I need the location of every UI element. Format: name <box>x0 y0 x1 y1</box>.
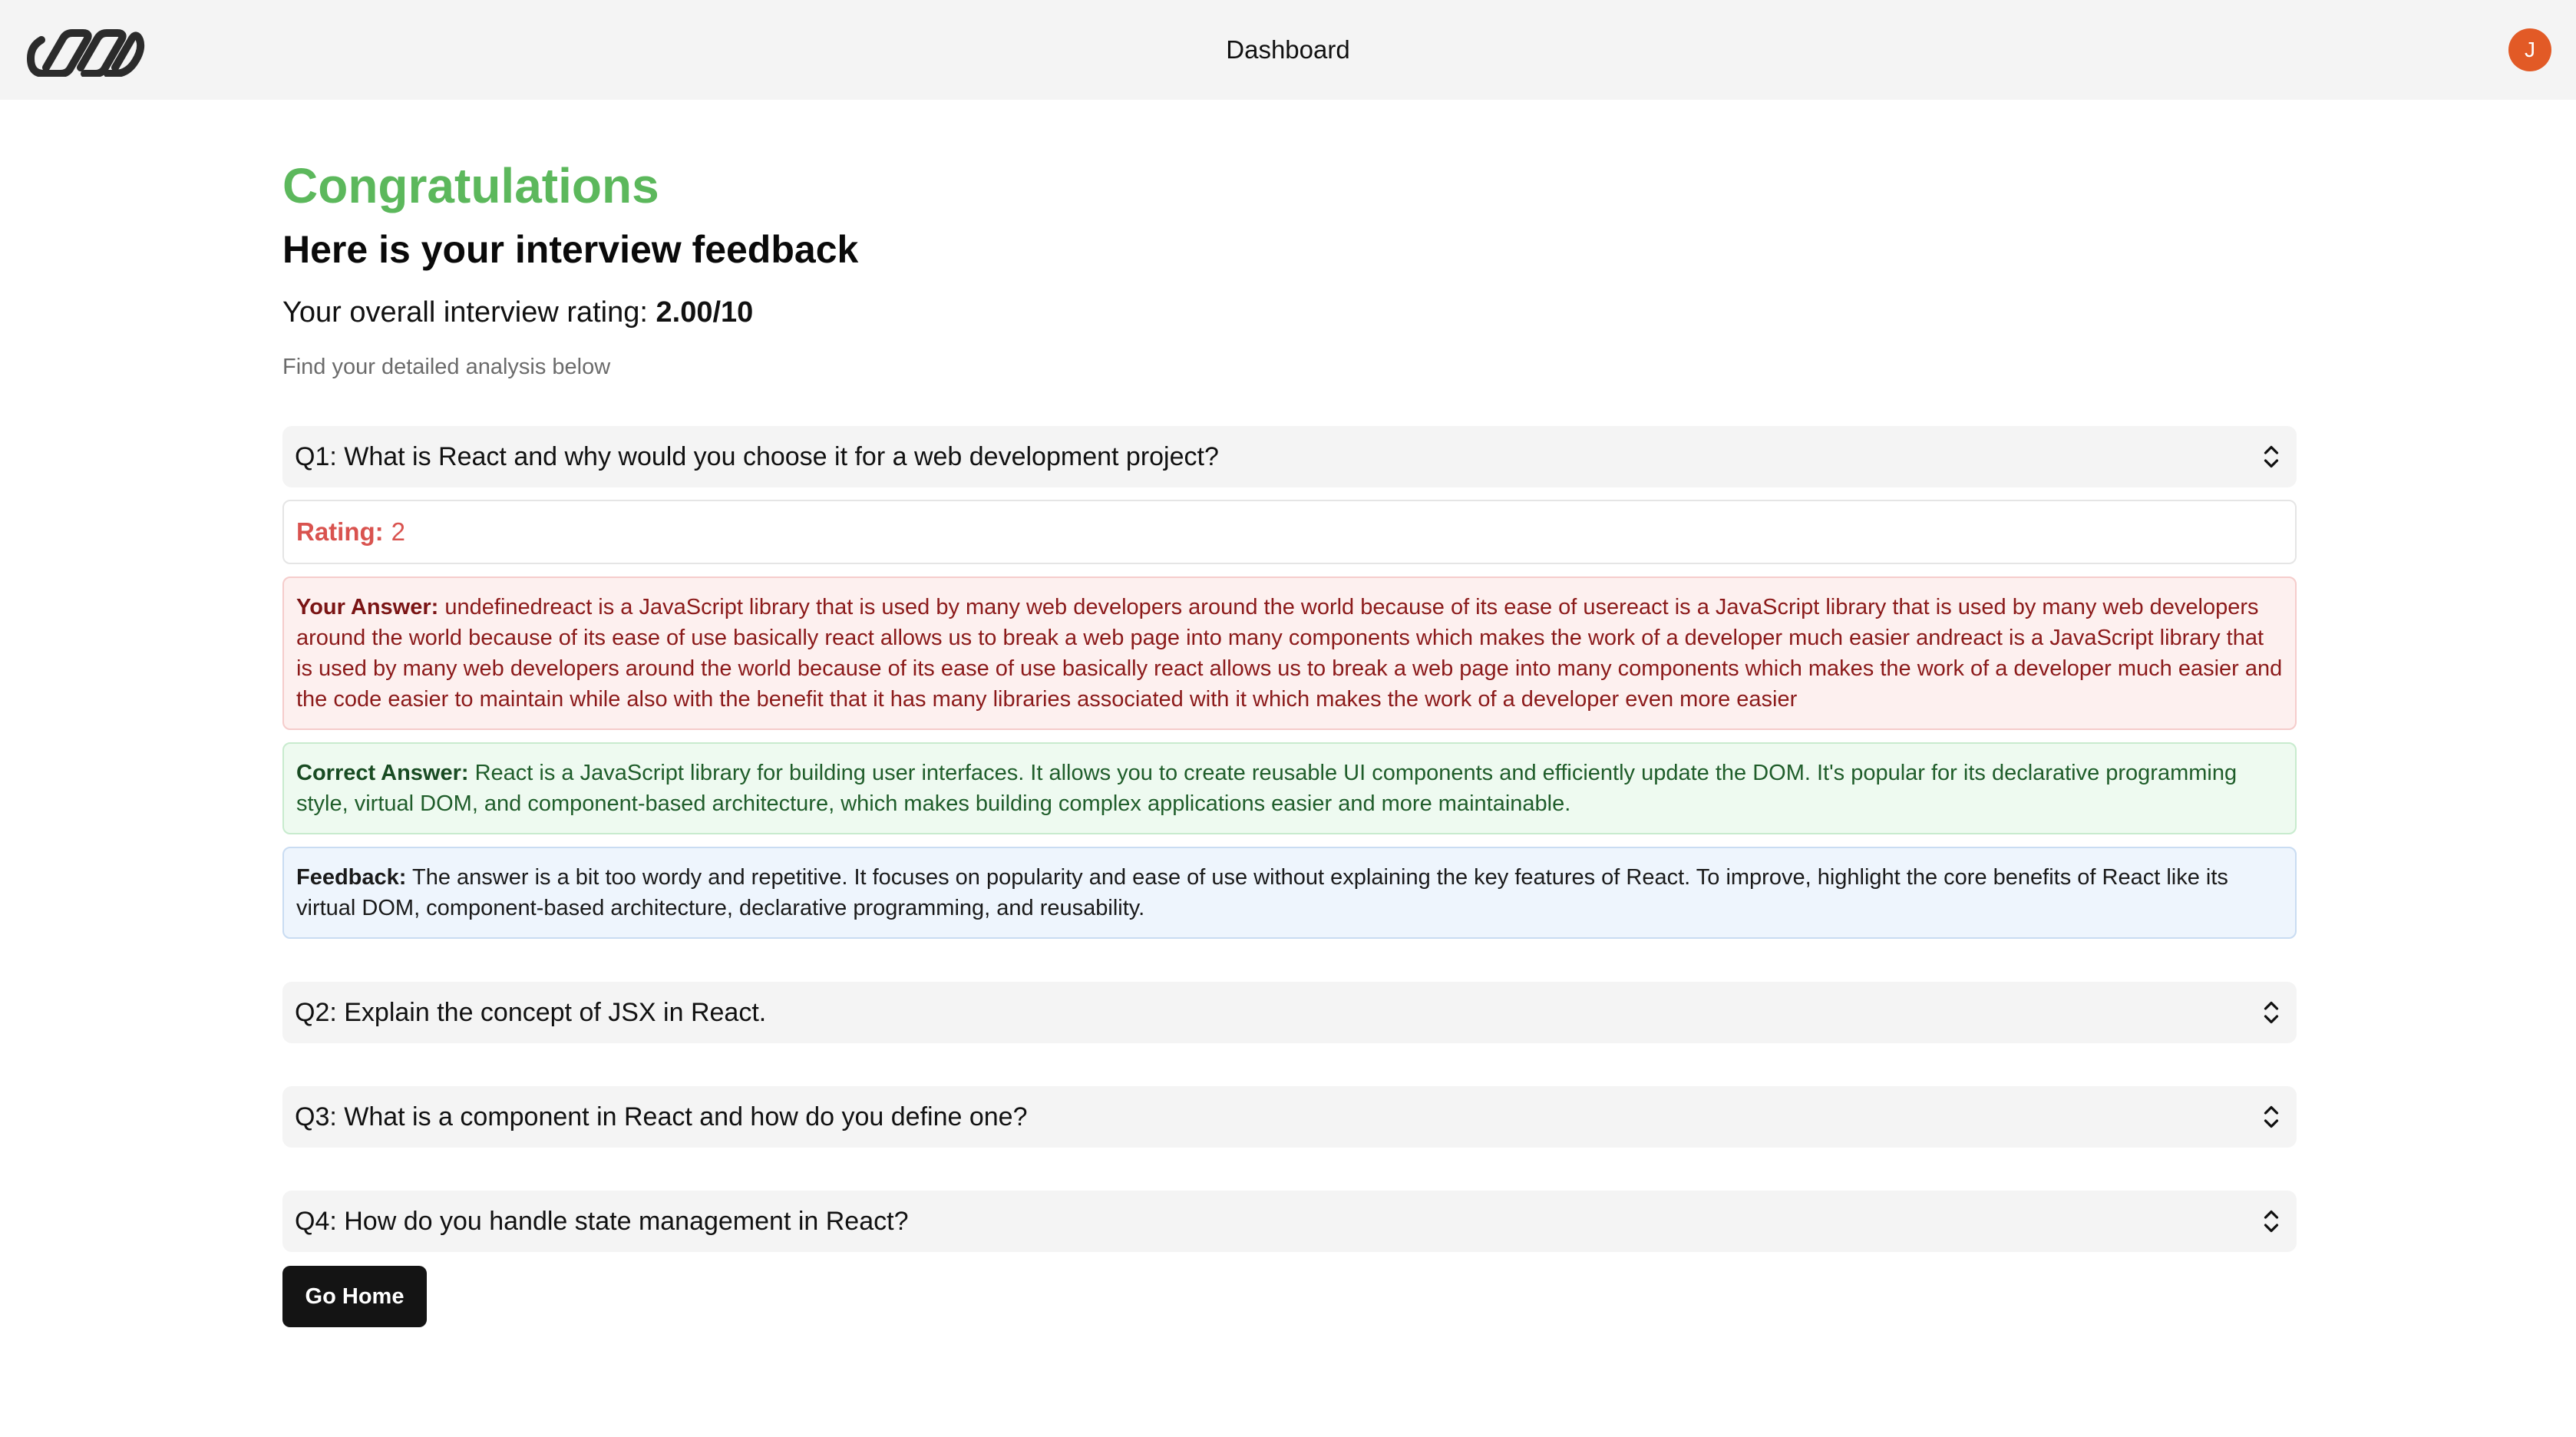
correct-answer-text: React is a JavaScript library for buildi… <box>296 761 2237 816</box>
question-3-toggle[interactable]: Q3: What is a component in React and how… <box>282 1086 2297 1148</box>
question-2-toggle[interactable]: Q2: Explain the concept of JSX in React. <box>282 982 2297 1043</box>
feedback-main: Congratulations Here is your interview f… <box>282 100 2297 1327</box>
chevrons-up-down-icon <box>2258 1102 2284 1132</box>
rating-label: Rating: <box>296 517 384 546</box>
feedback-label: Feedback: <box>296 865 407 890</box>
analysis-hint: Find your detailed analysis below <box>282 355 611 379</box>
question-item-3: Q3: What is a component in React and how… <box>282 1086 2297 1148</box>
feedback-text: The answer is a bit too wordy and repeti… <box>296 865 2228 920</box>
chevrons-up-down-icon <box>2258 1206 2284 1237</box>
page-subtitle: Here is your interview feedback <box>282 228 859 271</box>
congrats-heading: Congratulations <box>282 158 659 213</box>
logo-links-icon <box>26 29 145 77</box>
question-item-1: Q1: What is React and why would you choo… <box>282 426 2297 939</box>
your-answer-box: Your Answer: undefinedreact is a JavaScr… <box>282 576 2297 730</box>
dashboard-link[interactable]: Dashboard <box>1226 35 1349 64</box>
your-answer-label: Your Answer: <box>296 595 439 619</box>
question-4-toggle[interactable]: Q4: How do you handle state management i… <box>282 1191 2297 1252</box>
question-item-2: Q2: Explain the concept of JSX in React. <box>282 982 2297 1043</box>
overall-rating-label: Your overall interview rating: <box>282 296 656 329</box>
question-1-rating: Rating: 2 <box>282 500 2297 564</box>
logo[interactable] <box>23 23 149 77</box>
go-home-button[interactable]: Go Home <box>282 1266 427 1327</box>
overall-rating: Your overall interview rating: 2.00/10 <box>282 298 2297 327</box>
nav-title-wrap: Dashboard <box>0 0 2576 100</box>
chevrons-up-down-icon <box>2258 997 2284 1028</box>
chevrons-up-down-icon <box>2258 441 2284 472</box>
question-2-title: Q2: Explain the concept of JSX in React. <box>295 997 767 1027</box>
question-1-toggle[interactable]: Q1: What is React and why would you choo… <box>282 426 2297 487</box>
top-navbar: Dashboard J <box>0 0 2576 100</box>
correct-answer-label: Correct Answer: <box>296 761 469 785</box>
avatar[interactable]: J <box>2508 28 2551 71</box>
question-3-title: Q3: What is a component in React and how… <box>295 1102 1028 1131</box>
feedback-box: Feedback: The answer is a bit too wordy … <box>282 847 2297 939</box>
overall-rating-value: 2.00/10 <box>656 296 754 329</box>
your-answer-text: undefinedreact is a JavaScript library t… <box>296 595 2283 712</box>
avatar-initial: J <box>2525 38 2535 61</box>
question-1-title: Q1: What is React and why would you choo… <box>295 441 1219 471</box>
question-4-title: Q4: How do you handle state management i… <box>295 1206 909 1236</box>
rating-value: 2 <box>391 517 406 546</box>
correct-answer-box: Correct Answer: React is a JavaScript li… <box>282 742 2297 834</box>
question-item-4: Q4: How do you handle state management i… <box>282 1191 2297 1252</box>
